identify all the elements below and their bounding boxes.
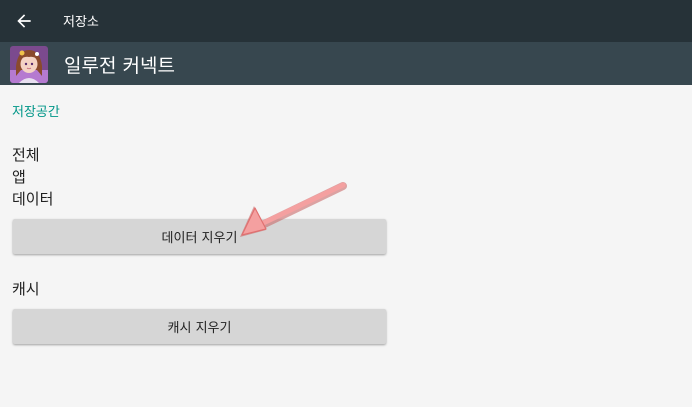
app-name: 일루전 커넥트 <box>64 55 175 77</box>
back-button[interactable] <box>6 3 42 39</box>
arrow-back-icon <box>17 14 31 28</box>
clear-data-button[interactable]: 데이터 지우기 <box>13 219 386 254</box>
storage-section-label: 저장공간 <box>12 105 60 120</box>
app-header: 일루전 커넥트 <box>0 42 692 85</box>
storage-app-label: 앱 <box>12 168 26 186</box>
toolbar-title: 저장소 <box>63 15 99 30</box>
storage-data-label: 데이터 <box>12 190 54 208</box>
app-avatar-icon <box>10 46 48 83</box>
cache-label: 캐시 <box>12 280 40 298</box>
clear-cache-button[interactable]: 캐시 지우기 <box>13 309 386 344</box>
storage-total-label: 전체 <box>12 146 40 164</box>
toolbar: 저장소 <box>0 0 692 42</box>
